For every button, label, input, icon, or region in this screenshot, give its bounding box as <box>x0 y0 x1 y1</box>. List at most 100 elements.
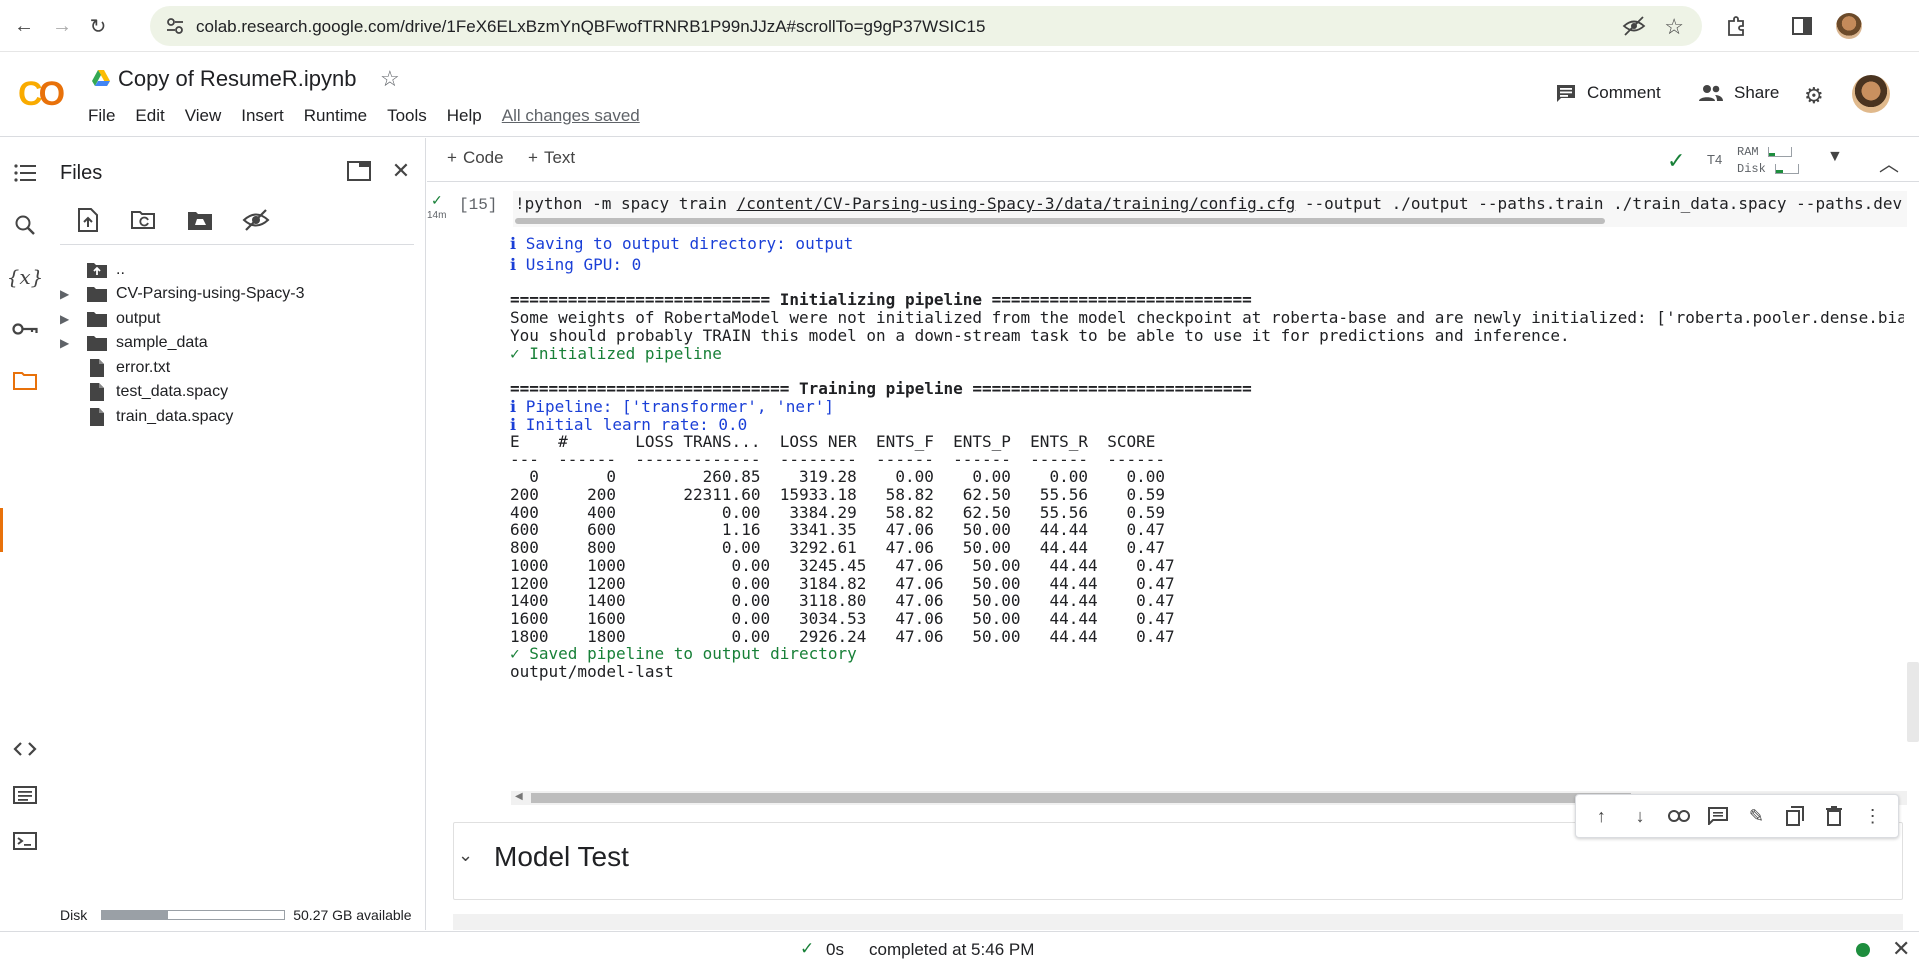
browser-toolbar: ← → ↻ colab.research.google.com/drive/1F… <box>0 0 1919 52</box>
move-down-icon[interactable]: ↓ <box>1626 802 1654 830</box>
close-panel-icon[interactable]: ✕ <box>386 156 416 186</box>
save-status[interactable]: All changes saved <box>502 106 640 126</box>
ram-label: RAM <box>1737 145 1759 159</box>
more-options-icon[interactable]: ⋮ <box>1859 802 1887 830</box>
runtime-dropdown-icon[interactable]: ▼ <box>1827 148 1843 166</box>
file-icon <box>86 382 108 402</box>
menu-runtime[interactable]: Runtime <box>304 106 367 126</box>
resource-monitor[interactable]: RAM Disk <box>1737 144 1800 178</box>
tree-item-file[interactable]: train_data.spacy <box>50 403 426 431</box>
disk-label: Disk <box>60 907 88 923</box>
user-avatar[interactable] <box>1852 75 1890 113</box>
files-folder-icon[interactable] <box>10 365 40 395</box>
expand-caret-icon[interactable]: ▶ <box>60 287 74 301</box>
collapse-section-icon[interactable]: ⌄ <box>458 845 473 866</box>
variables-icon[interactable]: {x} <box>7 262 44 292</box>
status-completed[interactable]: completed at 5:46 PM <box>869 940 1034 960</box>
code-scrollbar[interactable] <box>515 218 1605 224</box>
files-panel: Files ✕ .. ▶ CV-Parsing-using-Spacy-3 ▶ … <box>50 138 426 930</box>
close-status-icon[interactable]: ✕ <box>1892 936 1910 962</box>
tree-item-label: output <box>116 310 161 327</box>
site-settings-icon[interactable] <box>164 15 186 37</box>
menu-insert[interactable]: Insert <box>241 106 284 126</box>
side-panel-icon[interactable] <box>1788 12 1816 40</box>
disk-available: 50.27 GB available <box>293 907 412 923</box>
expand-caret-icon[interactable]: ▶ <box>60 336 74 350</box>
tree-item-file[interactable]: test_data.spacy <box>50 378 426 406</box>
status-bar: ✓ 0s completed at 5:46 PM ✕ <box>0 931 1919 966</box>
notebook-title[interactable]: Copy of ResumeR.ipynb <box>118 66 356 92</box>
tree-item-label: test_data.spacy <box>116 383 229 400</box>
reload-icon[interactable]: ↻ <box>84 12 112 40</box>
search-icon[interactable] <box>10 210 40 240</box>
mirror-cell-icon[interactable] <box>1781 802 1809 830</box>
back-icon[interactable]: ← <box>10 12 38 40</box>
plus-icon: + <box>447 148 457 167</box>
browser-profile-avatar[interactable] <box>1836 13 1862 39</box>
secrets-key-icon[interactable] <box>10 314 40 344</box>
code-snippets-icon[interactable] <box>10 734 40 764</box>
add-code-button[interactable]: + Code <box>447 148 504 168</box>
table-row: 1400 1400 0.00 3118.80 47.06 50.00 44.44… <box>510 591 1175 610</box>
scrollbar-thumb[interactable] <box>531 793 1631 803</box>
output-header: =========================== Initializing… <box>510 290 1252 309</box>
extensions-icon[interactable] <box>1722 12 1750 40</box>
refresh-folder-icon[interactable] <box>130 206 158 234</box>
upload-file-icon[interactable] <box>74 206 102 234</box>
mount-drive-icon[interactable] <box>186 206 214 234</box>
address-bar[interactable]: colab.research.google.com/drive/1FeX6ELx… <box>150 6 1702 46</box>
people-icon <box>1699 85 1723 101</box>
menu-file[interactable]: File <box>88 106 115 126</box>
menu-tools[interactable]: Tools <box>387 106 427 126</box>
colab-logo[interactable]: CO <box>18 75 65 114</box>
menu-edit[interactable]: Edit <box>135 106 164 126</box>
code-command: !python -m spacy train <box>515 194 737 213</box>
link-icon[interactable] <box>1665 802 1693 830</box>
open-in-tab-icon[interactable] <box>344 156 374 186</box>
execution-count: [15] <box>459 196 498 214</box>
output-line: ✓ Saved pipeline to output directory <box>510 644 857 663</box>
settings-gear-icon[interactable]: ⚙ <box>1804 83 1824 109</box>
output-line: You should probably TRAIN this model on … <box>510 326 1570 345</box>
move-up-icon[interactable]: ↑ <box>1587 802 1615 830</box>
star-notebook-icon[interactable]: ☆ <box>380 66 400 92</box>
colab-header: CO Copy of ResumeR.ipynb ☆ File Edit Vie… <box>0 53 1919 137</box>
run-success-icon[interactable]: ✓ <box>431 192 443 209</box>
comment-button[interactable]: Comment <box>1555 83 1661 103</box>
menu-help[interactable]: Help <box>447 106 482 126</box>
cell-output: ℹ Saving to output directory: output ℹ U… <box>510 234 1904 774</box>
file-icon <box>86 407 108 427</box>
add-comment-icon[interactable] <box>1704 802 1732 830</box>
run-duration: 14m <box>427 210 447 221</box>
status-check-icon: ✓ <box>800 939 815 958</box>
comment-label: Comment <box>1587 83 1661 102</box>
url-text: colab.research.google.com/drive/1FeX6ELx… <box>196 17 986 36</box>
collapse-chevron-up-icon[interactable]: ︿ <box>1879 148 1899 177</box>
vertical-scrollbar-thumb[interactable] <box>1907 662 1919 742</box>
folder-icon <box>86 309 108 329</box>
share-button[interactable]: Share <box>1698 83 1779 103</box>
forward-icon[interactable]: → <box>48 12 76 40</box>
scroll-left-icon[interactable]: ◀ <box>515 791 523 802</box>
hide-files-icon[interactable] <box>242 206 270 234</box>
table-row: 600 600 1.16 3341.35 47.06 50.00 44.44 0… <box>510 520 1166 539</box>
tree-item-folder[interactable]: ▶ sample_data <box>50 329 426 357</box>
menu-view[interactable]: View <box>185 106 222 126</box>
delete-trash-icon[interactable] <box>1820 802 1848 830</box>
add-text-button[interactable]: + Text <box>528 148 575 168</box>
next-cell-edge <box>453 914 1903 930</box>
notebook-area: + Code + Text ✓ T4 RAM Disk ▼ ︿ ✓ 14m [15]… <box>427 138 1919 930</box>
command-palette-icon[interactable] <box>10 780 40 810</box>
add-text-label: Text <box>543 148 576 167</box>
expand-caret-icon[interactable]: ▶ <box>60 312 74 326</box>
gpu-type[interactable]: T4 <box>1707 152 1722 167</box>
table-row: 200 200 22311.60 15933.18 58.82 62.50 55… <box>510 485 1166 504</box>
tree-item-folder[interactable]: ▶ CV-Parsing-using-Spacy-3 <box>50 280 426 308</box>
disk-meter <box>1775 163 1800 174</box>
table-of-contents-icon[interactable] <box>10 158 40 188</box>
tracking-protection-icon[interactable] <box>1622 15 1646 37</box>
disk-usage-bar <box>101 910 286 920</box>
bookmark-star-icon[interactable]: ☆ <box>1664 14 1684 40</box>
edit-pencil-icon[interactable]: ✎ <box>1742 802 1770 830</box>
terminal-icon[interactable] <box>10 826 40 856</box>
